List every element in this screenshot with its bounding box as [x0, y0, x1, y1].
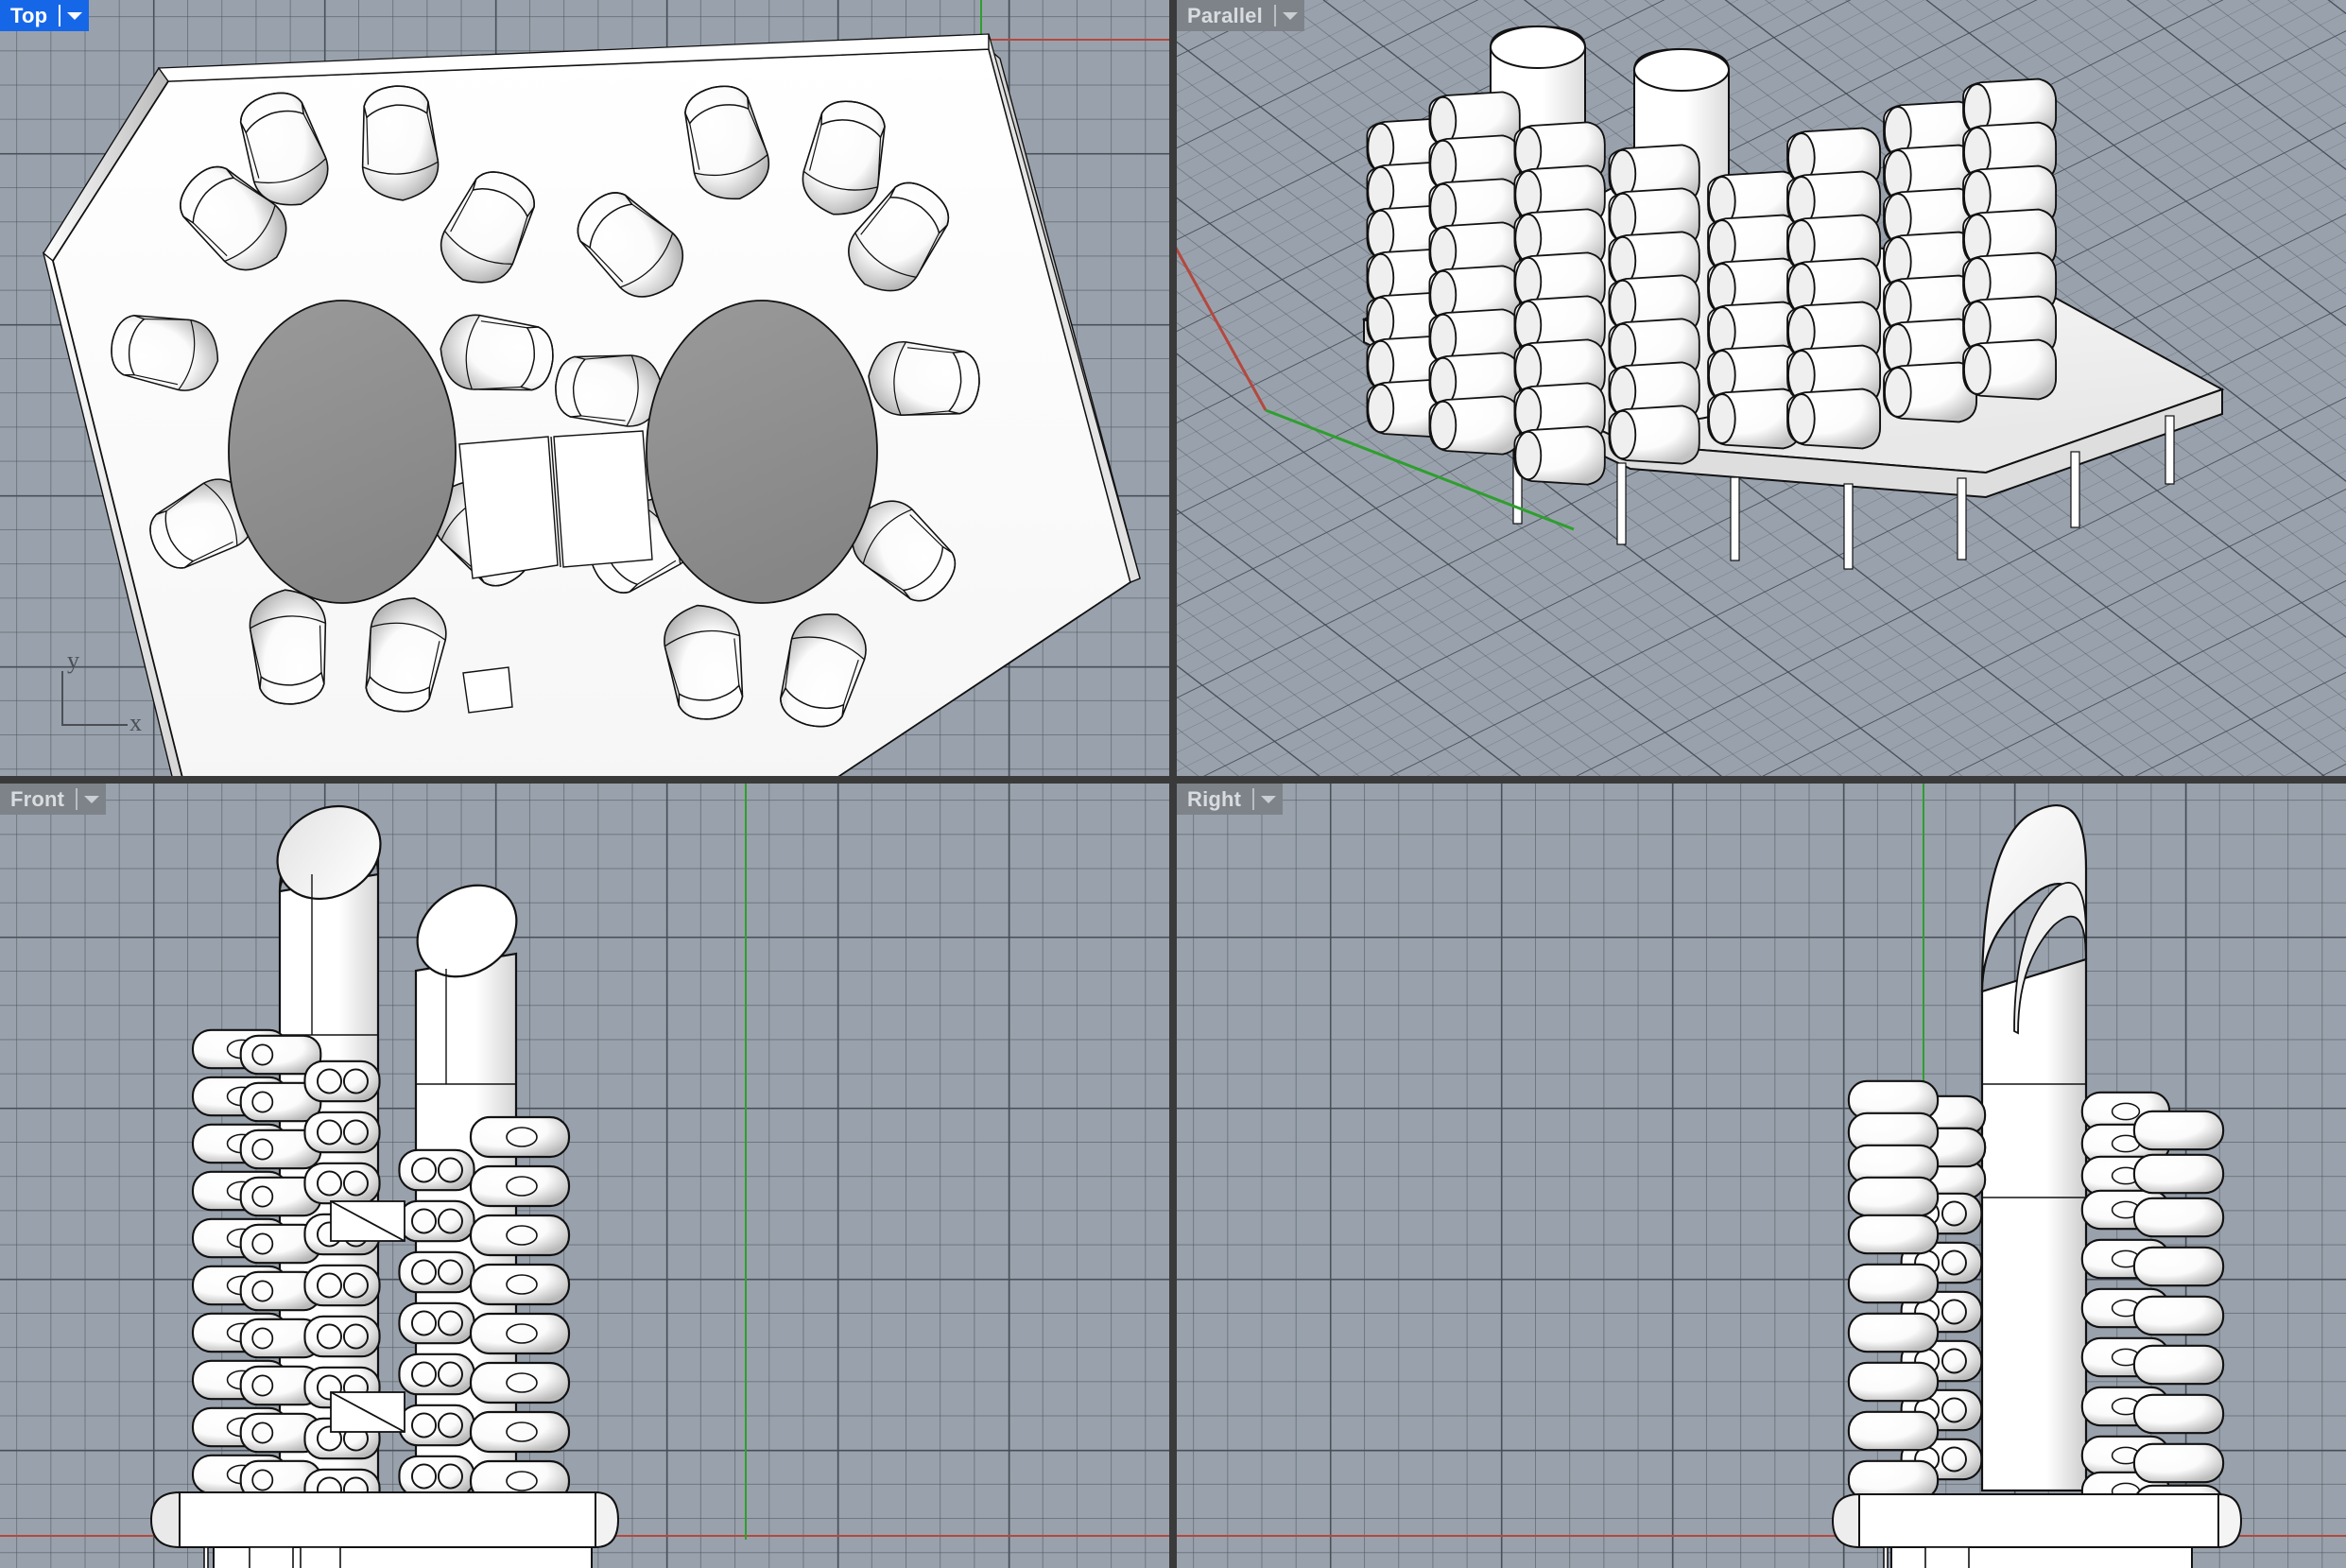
core-right-elevation	[1982, 805, 2086, 1490]
viewport-top[interactable]: y x Top	[0, 0, 1169, 776]
chevron-down-icon[interactable]	[1276, 0, 1304, 31]
chevron-down-icon[interactable]	[1254, 784, 1283, 815]
viewport-title-right[interactable]: Right	[1177, 784, 1283, 815]
viewport-title-top-label: Top	[0, 0, 59, 31]
table-right	[647, 301, 877, 603]
model-right-elevation	[1177, 784, 2346, 1568]
capsule-column-mid-front	[304, 1061, 379, 1509]
rhino-four-view-window: y x Top	[0, 0, 2346, 1568]
viewport-front[interactable]: z x Front	[0, 784, 1169, 1568]
model-parallel-axonometric	[1177, 0, 2346, 776]
chevron-down-icon[interactable]	[60, 0, 89, 31]
capsule-column-centre-front	[399, 1150, 474, 1496]
capsule-stack-f	[1787, 129, 1880, 449]
viewport-title-front-label: Front	[0, 784, 76, 815]
chevron-down-icon[interactable]	[78, 784, 106, 815]
viewport-title-parallel-label: Parallel	[1177, 0, 1274, 31]
viewport-parallel[interactable]: z x y Parallel	[1177, 0, 2346, 776]
model-top-plan	[0, 0, 1169, 776]
viewport-splitter-horizontal[interactable]	[0, 776, 2346, 784]
viewport-title-front[interactable]: Front	[0, 784, 106, 815]
viewport-title-parallel[interactable]: Parallel	[1177, 0, 1304, 31]
model-front-elevation	[0, 784, 1169, 1568]
viewport-title-top[interactable]: Top	[0, 0, 89, 31]
capsule-stack-d	[1609, 145, 1699, 463]
viewport-title-right-label: Right	[1177, 784, 1252, 815]
capsule-column-right-outer-right-view	[2134, 1111, 2223, 1524]
capsule-column-left-outer-right-view	[1849, 1081, 1938, 1499]
podium-right	[1833, 1494, 2241, 1568]
capsule-stack-b	[1429, 92, 1519, 454]
capsule-stack-h	[1963, 79, 2056, 400]
viewport-splitter-vertical[interactable]	[1169, 0, 1177, 1568]
viewport-right[interactable]: z y Right	[1177, 784, 2346, 1568]
podium-front	[151, 1492, 618, 1568]
capsule-stack-c	[1514, 122, 1604, 484]
table-left	[229, 301, 456, 603]
